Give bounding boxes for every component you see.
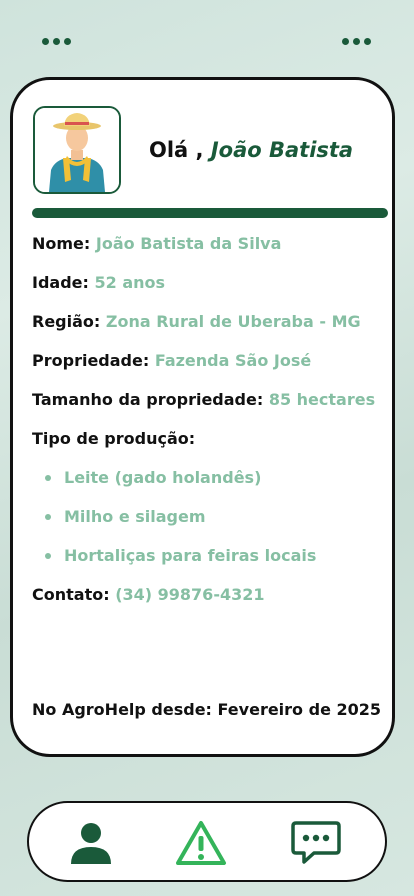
member-since: No AgroHelp desde: Fevereiro de 2025 bbox=[32, 700, 382, 719]
info-row-region: Região: Zona Rural de Uberaba - MG bbox=[32, 309, 386, 348]
menu-dots-left[interactable] bbox=[42, 38, 71, 45]
value: Zona Rural de Uberaba - MG bbox=[105, 312, 361, 331]
list-item: Milho e silagem bbox=[32, 504, 386, 543]
person-icon bbox=[71, 823, 111, 864]
profile-info: Nome: João Batista da Silva Idade: 52 an… bbox=[32, 231, 386, 621]
contact-phone[interactable]: (34) 99876-4321 bbox=[115, 585, 264, 604]
value: João Batista da Silva bbox=[95, 234, 282, 253]
label: Nome: bbox=[32, 234, 91, 253]
profile-card: Olá , João Batista Nome: João Batista da… bbox=[10, 77, 395, 757]
nav-profile-button[interactable] bbox=[65, 817, 117, 869]
production-list: Leite (gado holandês) Milho e silagem Ho… bbox=[32, 465, 386, 582]
alert-triangle-icon bbox=[176, 821, 226, 865]
greeting-prefix: Olá , bbox=[149, 138, 204, 162]
production-heading: Tipo de produção: bbox=[32, 429, 196, 448]
info-row-name: Nome: João Batista da Silva bbox=[32, 231, 386, 270]
divider-bar bbox=[32, 208, 388, 218]
avatar bbox=[33, 106, 121, 194]
label: Propriedade: bbox=[32, 351, 150, 370]
info-row-age: Idade: 52 anos bbox=[32, 270, 386, 309]
list-item: Leite (gado holandês) bbox=[32, 465, 386, 504]
value: Fazenda São José bbox=[154, 351, 312, 370]
menu-dots-right[interactable] bbox=[342, 38, 371, 45]
label: Região: bbox=[32, 312, 101, 331]
label: Tamanho da propriedade: bbox=[32, 390, 264, 409]
farmer-avatar-icon bbox=[35, 108, 119, 192]
label: Idade: bbox=[32, 273, 89, 292]
value: 85 hectares bbox=[268, 390, 376, 409]
label: Contato: bbox=[32, 585, 110, 604]
nav-alert-button[interactable] bbox=[175, 817, 227, 869]
value: 52 anos bbox=[94, 273, 166, 292]
info-row-contact: Contato: (34) 99876-4321 bbox=[32, 582, 386, 621]
bottom-nav bbox=[27, 801, 387, 882]
greeting: Olá , João Batista bbox=[149, 138, 353, 162]
info-row-property: Propriedade: Fazenda São José bbox=[32, 348, 386, 387]
user-name: João Batista bbox=[210, 138, 354, 162]
info-row-property-size: Tamanho da propriedade: 85 hectares bbox=[32, 387, 386, 426]
nav-chat-button[interactable] bbox=[290, 817, 342, 869]
chat-bubble-icon bbox=[291, 821, 341, 864]
list-item: Hortaliças para feiras locais bbox=[32, 543, 386, 582]
